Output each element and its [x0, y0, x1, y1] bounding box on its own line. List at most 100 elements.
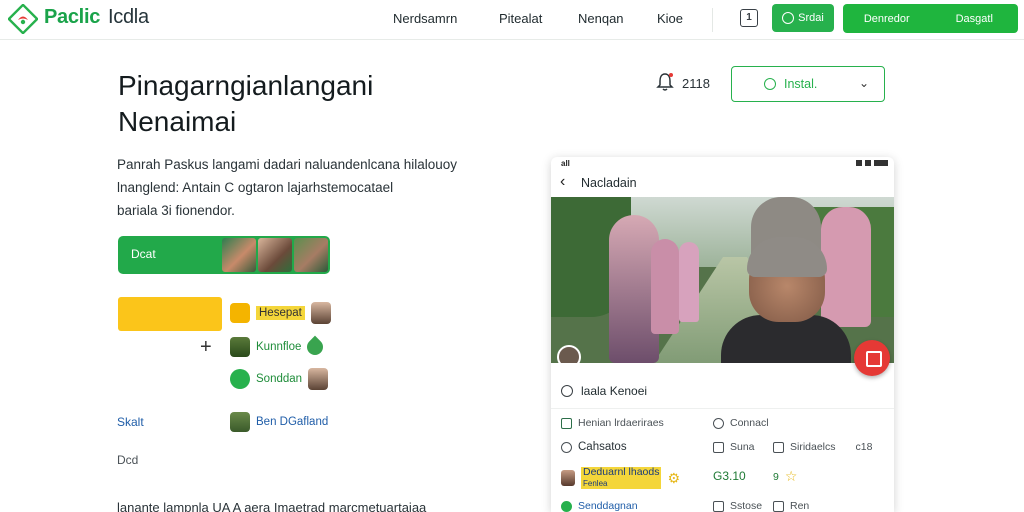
info-row[interactable]: Connacl [713, 417, 769, 429]
info-row-label: Henian lrdaeriraes [578, 417, 664, 429]
nav-link-1[interactable]: Nerdsamrn [393, 11, 457, 26]
info-row[interactable]: 9 ☆ [773, 468, 797, 485]
hero-photo[interactable] [551, 197, 894, 363]
info-row[interactable]: Senddagnan [561, 500, 638, 512]
install-dropdown[interactable]: Instal. ⌄ [731, 66, 885, 102]
location-icon [561, 500, 572, 512]
status-time: all [561, 159, 570, 168]
brand-name[interactable]: Paclic Icdla [44, 6, 149, 29]
wifi-icon [865, 160, 871, 166]
info-section-title: laala Kenoei [581, 384, 648, 398]
info-row-count: c18 [855, 441, 873, 453]
hero-title-line2: Nenaimai [118, 106, 237, 137]
info-row-value: G3.10 [713, 469, 746, 483]
checkbox-icon[interactable] [773, 500, 784, 512]
info-row-subtitle: Fenlea [581, 478, 662, 489]
cta-photo [222, 238, 256, 272]
avatar [561, 470, 575, 486]
info-row[interactable]: Cahsatos [561, 441, 627, 453]
account-pill-button[interactable]: Srdai [772, 4, 834, 32]
info-row[interactable]: Suna [713, 441, 755, 453]
hero-desc-line3: bariala 3i fionendor. [117, 203, 235, 218]
refresh-icon [230, 369, 250, 389]
star-icon: ☆ [784, 468, 798, 484]
nav-divider [712, 8, 713, 32]
gift-fab-button[interactable] [854, 340, 890, 376]
info-row-label: Ren [790, 500, 810, 512]
side-caption: Dcd [117, 453, 139, 467]
add-icon[interactable]: + [200, 336, 212, 359]
info-section-header: laala Kenoei [551, 377, 894, 409]
feature-4-icon [230, 412, 250, 432]
account-pill-label: Srdai [798, 12, 824, 24]
nav-link-4[interactable]: Kioe [657, 11, 683, 26]
split-cta-right[interactable]: Dasgatl [931, 13, 1019, 25]
avatar [310, 302, 331, 324]
leaf-icon [304, 335, 327, 359]
info-row-label: Suna [730, 441, 755, 453]
feature-item-1[interactable]: Hesepat [230, 301, 331, 325]
feature-3-label: Sonddan [256, 373, 303, 385]
phone-status-bar: all [551, 157, 894, 171]
checkbox-icon[interactable] [713, 441, 724, 453]
phone-app-bar: ‹ Nacladain [551, 171, 894, 197]
install-status-icon [764, 78, 776, 90]
feature-2-label: Kunnfloe [256, 341, 302, 353]
chevron-down-icon: ⌄ [859, 76, 870, 90]
user-circle-icon [782, 12, 795, 24]
split-cta-button[interactable]: Denredor Dasgatl [843, 4, 1018, 33]
coins-icon: ⚙ [667, 469, 681, 486]
feature-item-3[interactable]: Sonddan [230, 367, 329, 391]
brand-logo-icon[interactable] [8, 4, 38, 34]
checkbox-icon[interactable] [713, 500, 724, 512]
back-arrow-icon[interactable]: ‹ [560, 173, 565, 191]
avatar [308, 368, 329, 390]
info-row[interactable]: Henian lrdaeriraes [561, 417, 664, 429]
install-dropdown-label: Instal. [784, 77, 818, 91]
notification-count: 2118 [682, 76, 710, 91]
photo-person-body [721, 315, 851, 363]
split-cta-left[interactable]: Denredor [843, 13, 931, 25]
info-row[interactable]: Siridaelcs c18 [773, 441, 872, 453]
feature-1-label: Hesepat [256, 306, 305, 320]
photo-person [651, 239, 679, 334]
doc-icon [561, 417, 572, 429]
nav-link-3[interactable]: Nenqan [578, 11, 624, 26]
feature-1-icon [230, 303, 250, 323]
cta-photo [294, 238, 328, 272]
info-row[interactable]: Sstose [713, 500, 762, 512]
feature-4-label: Ben DGafland [256, 416, 329, 428]
hero-cta-button[interactable]: Dcat [118, 236, 330, 274]
info-row-label: Cahsatos [578, 441, 627, 453]
checkbox-icon[interactable] [773, 441, 784, 453]
avatar[interactable] [557, 345, 581, 363]
highlight-block[interactable] [118, 297, 222, 331]
nav-link-2[interactable]: Pitealat [499, 11, 542, 26]
feature-item-2[interactable]: Kunnfloe [230, 335, 327, 359]
info-row-label: Sstose [730, 500, 763, 512]
bell-icon[interactable] [656, 72, 674, 92]
brand-name-primary: Paclic [44, 6, 101, 28]
grid-icon[interactable]: 1 [740, 9, 758, 27]
feature-item-4[interactable]: Ben DGafland [230, 410, 328, 434]
rating-count: 9 [773, 470, 779, 483]
photo-person [679, 242, 699, 322]
brand-name-secondary: Icdla [108, 6, 149, 28]
info-row-title: Deduarnl lhaods [581, 466, 662, 478]
info-row[interactable]: Deduarnl lhaods Fenlea ⚙ [561, 467, 680, 489]
photo-person [821, 207, 871, 327]
feature-2-icon [230, 337, 250, 357]
hero-desc-line1: Panrah Paskus langami dadari naluandenlc… [117, 157, 457, 172]
battery-icon [874, 160, 888, 166]
hero-desc-line2: lnanglend: Antain C ogtaron lajarhstemoc… [117, 180, 394, 195]
info-row-label: Connacl [730, 417, 769, 429]
cta-photo-strip [222, 238, 328, 272]
bottom-description: lanante lampnla UA A aera Imaetrad marcm… [117, 500, 427, 512]
cta-photo [258, 238, 292, 272]
hero-description: Panrah Paskus langami dadari naluandenlc… [117, 153, 477, 222]
info-row-label: Siridaelcs [790, 441, 836, 453]
side-link[interactable]: Skalt [117, 415, 144, 429]
top-navigation-bar: Paclic Icdla Nerdsamrn Pitealat Nenqan Ki… [0, 0, 1024, 40]
info-row[interactable]: Ren [773, 500, 809, 512]
chat-icon [561, 441, 572, 453]
